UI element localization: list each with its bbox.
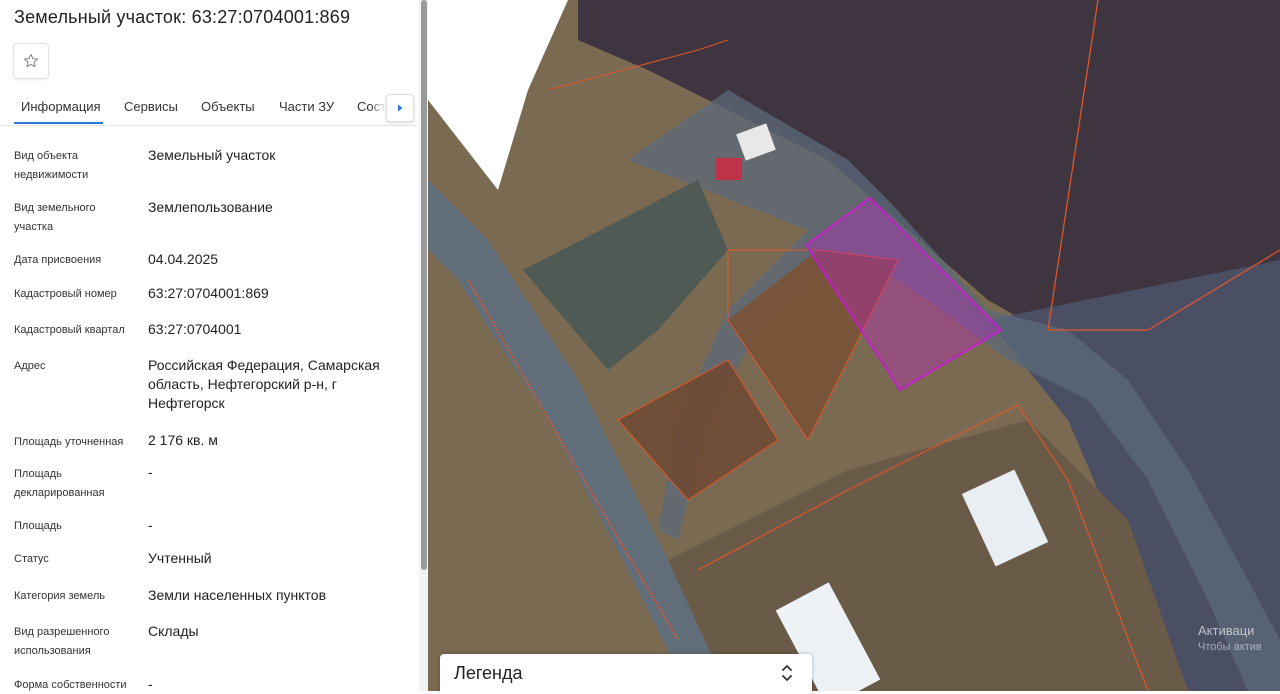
field-label-assign-date: Дата присвоения — [14, 254, 102, 266]
field-value-assign-date: 04.04.2025 — [148, 251, 219, 267]
field-label-cadastral-block: Кадастровый квартал — [14, 324, 125, 336]
field-label-status: Статус — [14, 553, 49, 565]
tab-objects[interactable]: Объекты — [201, 99, 255, 114]
field-value-area-refined: 2 176 кв. м — [148, 432, 218, 448]
field-label-ownership: Форма собственности — [14, 679, 127, 691]
field-value-area-declared: - — [148, 464, 153, 480]
field-value-permitted-use: Склады — [148, 623, 199, 639]
legend-dropdown[interactable]: Легенда — [440, 654, 812, 694]
active-tab-indicator — [14, 122, 103, 124]
field-label-cadastral-number: Кадастровый номер — [14, 288, 117, 300]
activation-watermark-line1: Активаци — [1198, 623, 1255, 638]
caret-right-icon — [398, 104, 403, 112]
tab-information[interactable]: Информация — [21, 99, 101, 114]
field-value-area: - — [148, 517, 153, 533]
field-value-address: Российская Федерация, Самарская область,… — [148, 357, 380, 411]
satellite-map[interactable] — [428, 0, 1280, 691]
field-value-ownership: - — [148, 676, 153, 691]
chevron-up-down-icon — [782, 665, 792, 681]
field-label-land-category: Категория земель — [14, 590, 105, 602]
field-label-area: Площадь — [14, 520, 62, 532]
tab-fade — [370, 92, 386, 124]
map-canvas[interactable] — [428, 0, 1280, 691]
activation-watermark-line2: Чтобы актив — [1198, 641, 1262, 653]
field-value-object-type: Земельный участок — [148, 147, 276, 163]
star-outline-icon — [23, 53, 39, 68]
field-label-permitted-use: Вид разрешенного использования — [14, 626, 110, 657]
field-value-cadastral-number: 63:27:0704001:869 — [148, 285, 269, 301]
field-label-area-refined: Площадь уточненная — [14, 436, 124, 448]
field-value-cadastral-block: 63:27:0704001 — [148, 321, 242, 337]
field-value-status: Учтенный — [148, 550, 212, 566]
tab-services[interactable]: Сервисы — [124, 99, 178, 114]
field-value-land-category: Земли населенных пунктов — [148, 587, 327, 603]
field-label-address: Адрес — [14, 360, 46, 372]
field-value-parcel-type: Землепользование — [148, 199, 273, 215]
legend-label: Легенда — [454, 663, 523, 683]
info-panel: Земельный участок: 63:27:0704001:869 Инф… — [0, 0, 418, 691]
tab-bar: Информация Сервисы Объекты Части ЗУ Сост — [0, 92, 418, 126]
tab-parcel-parts[interactable]: Части ЗУ — [279, 99, 334, 114]
page-title: Земельный участок: 63:27:0704001:869 — [14, 7, 351, 27]
field-label-parcel-type: Вид земельного участка — [14, 202, 96, 233]
favorite-button[interactable] — [13, 43, 49, 79]
field-label-object-type: Вид объекта недвижимости — [14, 150, 89, 181]
field-label-area-declared: Площадь декларированная — [14, 468, 105, 499]
panel-scrollbar-thumb[interactable] — [421, 0, 427, 570]
tabs-scroll-right-button[interactable] — [386, 94, 414, 122]
